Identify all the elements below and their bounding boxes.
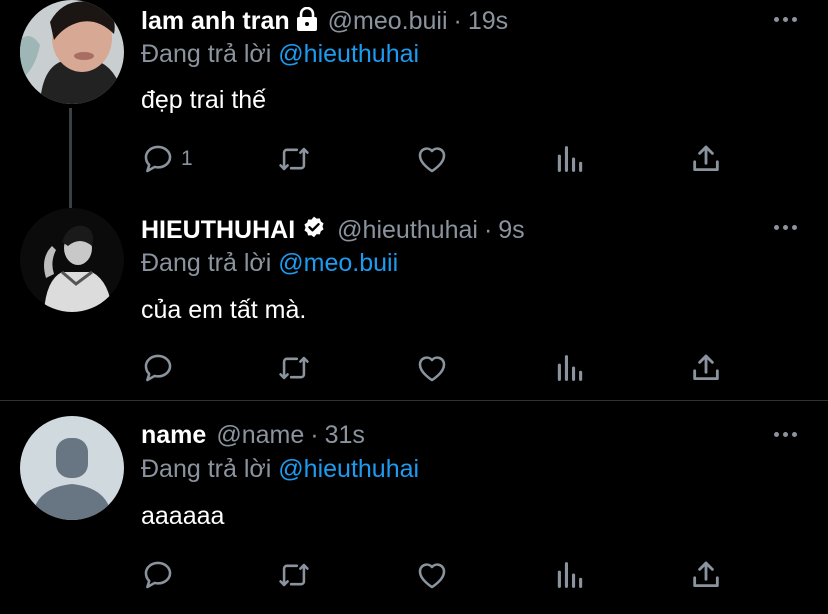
analytics-button[interactable] (553, 555, 587, 595)
retweet-icon (277, 142, 311, 176)
display-name[interactable]: name (141, 421, 206, 450)
replying-mention[interactable]: @hieuthuhai (278, 40, 419, 68)
tweet-text: đẹp trai thế (141, 86, 267, 114)
replying-mention[interactable]: @meo.buii (278, 249, 398, 277)
like-icon (415, 351, 449, 385)
tweet-actions: 1 (141, 139, 741, 179)
timestamp[interactable]: 31s (325, 421, 365, 449)
more-icon[interactable] (774, 17, 797, 22)
handle[interactable]: @name (216, 421, 304, 449)
retweet-button[interactable] (277, 555, 311, 595)
replying-mention[interactable]: @hieuthuhai (278, 455, 419, 483)
tweet[interactable]: HIEUTHUHAI @hieuthuhai · 9s Đang trả lời @… (0, 206, 828, 400)
avatar[interactable] (20, 208, 124, 312)
tweet-text: aaaaaa (141, 502, 225, 530)
timestamp[interactable]: 9s (498, 216, 524, 244)
thread-line (69, 108, 72, 208)
share-icon (689, 142, 723, 176)
tweet-text: của em tất mà. (141, 296, 307, 324)
retweet-button[interactable] (277, 139, 311, 179)
retweet-icon (277, 351, 311, 385)
reply-icon (141, 351, 175, 385)
share-button[interactable] (689, 555, 723, 595)
like-icon (415, 142, 449, 176)
reply-icon (141, 142, 175, 176)
replying-label: Đang trả lời (141, 455, 272, 483)
analytics-icon (553, 351, 587, 385)
tweet[interactable]: lam anh tran @meo.buii · 19s Đang trả lời … (0, 0, 828, 208)
separator: · (453, 6, 462, 35)
tweet-actions (141, 348, 741, 388)
analytics-button[interactable] (553, 348, 587, 388)
like-button[interactable] (415, 348, 449, 388)
lock-icon (296, 6, 318, 36)
display-name[interactable]: lam anh tran (141, 7, 290, 36)
more-icon[interactable] (774, 432, 797, 437)
verified-icon (301, 215, 327, 246)
analytics-icon (553, 558, 587, 592)
handle[interactable]: @hieuthuhai (337, 216, 478, 244)
share-button[interactable] (689, 139, 723, 179)
share-icon (689, 558, 723, 592)
avatar[interactable] (20, 416, 124, 520)
handle[interactable]: @meo.buii (328, 7, 448, 35)
retweet-icon (277, 558, 311, 592)
display-name[interactable]: HIEUTHUHAI (141, 216, 295, 245)
reply-count: 1 (181, 147, 193, 170)
timestamp[interactable]: 19s (468, 7, 508, 35)
share-button[interactable] (689, 348, 723, 388)
replying-label: Đang trả lời (141, 40, 272, 68)
tweet-actions (141, 555, 741, 595)
reply-button[interactable] (141, 555, 181, 595)
more-icon[interactable] (774, 225, 797, 230)
like-button[interactable] (415, 555, 449, 595)
reply-icon (141, 558, 175, 592)
reply-button[interactable] (141, 348, 181, 388)
retweet-button[interactable] (277, 348, 311, 388)
avatar[interactable] (20, 0, 124, 104)
like-button[interactable] (415, 139, 449, 179)
separator: · (310, 420, 319, 449)
replying-label: Đang trả lời (141, 249, 272, 277)
analytics-button[interactable] (553, 139, 587, 179)
analytics-icon (553, 142, 587, 176)
like-icon (415, 558, 449, 592)
separator: · (483, 215, 493, 244)
share-icon (689, 351, 723, 385)
reply-button[interactable]: 1 (141, 139, 193, 179)
tweet[interactable]: name @name · 31s Đang trả lời @hieuthuhai … (0, 401, 828, 614)
